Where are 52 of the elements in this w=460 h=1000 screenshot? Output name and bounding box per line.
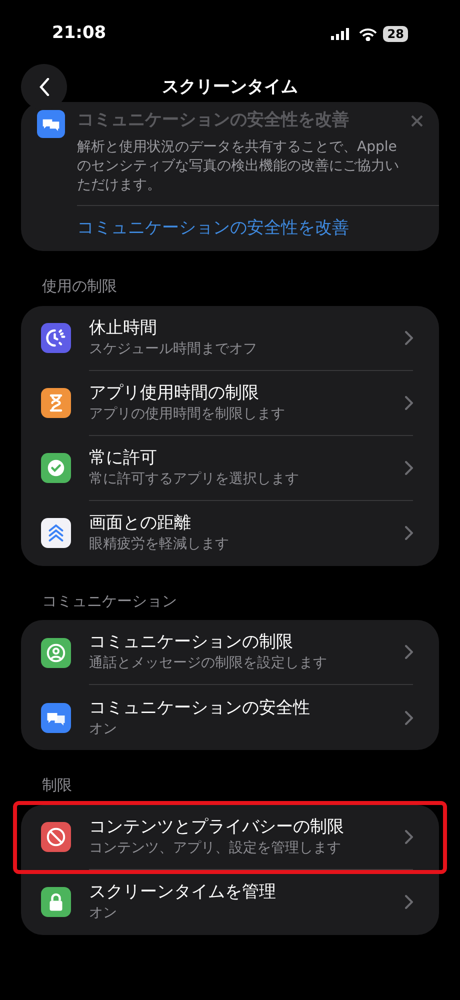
settings-row[interactable]: コミュニケーションの安全性 オン [21,685,439,750]
chevron-right-icon [405,460,413,474]
prohibited-icon [41,822,71,852]
settings-row[interactable]: アプリ使用時間の制限 アプリの使用時間を制限します [21,370,439,436]
settings-row[interactable]: 休止時間 スケジュール時間までオフ [21,306,439,370]
chevron-right-icon [405,710,413,724]
settings-row[interactable]: 常に許可 常に許可するアプリを選択します [21,436,439,500]
settings-row[interactable]: スクリーンタイムを管理 オン [21,870,439,934]
row-title: スクリーンタイムを管理 [89,881,277,903]
close-icon[interactable] [411,114,423,127]
row-title: コンテンツとプライバシーの制限 [89,816,345,838]
chevrons-up-icon [41,518,71,548]
section-header: コミュニケーション [41,590,178,612]
settings-row[interactable]: 画面との距離 眼精疲労を軽減します [21,500,439,566]
row-subtitle: スケジュール時間までオフ [89,340,258,358]
chat-bubbles-icon [41,702,71,732]
row-subtitle: 通話とメッセージの制限を設定します [89,654,328,673]
chevron-right-icon [405,526,413,540]
back-icon [38,78,50,96]
row-title: コミュニケーションの制限 [89,631,294,653]
row-subtitle: アプリの使用時間を制限します [89,404,286,424]
nav-title: スクリーンタイム [162,76,298,100]
row-title: コミュニケーションの安全性 [89,696,311,718]
row-subtitle: コンテンツ、アプリ、設定を管理します [89,838,342,858]
row-subtitle: 常に許可するアプリを選択します [89,470,300,488]
row-subtitle: オン [89,720,118,738]
check-badge-icon [41,453,71,483]
status-time: 21:08 [52,22,106,46]
row-subtitle: オン [89,904,118,923]
moon-clock-icon [41,323,71,353]
card-title: コミュニケーションの安全性を改善 [77,109,350,132]
wifi-icon [359,28,378,40]
hourglass-icon [41,388,71,418]
settings-row[interactable]: コンテンツとプライバシーの制限 コンテンツ、アプリ、設定を管理します [17,804,443,870]
chevron-right-icon [405,396,413,410]
settings-row[interactable]: コミュニケーションの制限 通話とメッセージの制限を設定します [21,620,439,685]
battery-level: 28 [383,26,408,42]
chevron-right-icon [405,895,413,909]
row-title: 画面との距離 [89,512,192,534]
row-subtitle: 眼精疲労を軽減します [89,535,230,554]
chevron-right-icon [405,330,413,344]
chevron-right-icon [405,645,413,659]
row-title: アプリ使用時間の制限 [89,382,260,404]
section-header: 使用の制限 [41,276,118,297]
improve-link[interactable]: コミュニケーションの安全性を改善 [77,206,439,251]
row-title: 休止時間 [89,316,158,338]
card-description: 解析と使用状況のデータを共有することで、Appleのセンシティブな写真の検出機能の改善にご協力いただけます。 [77,138,439,206]
lock-icon [41,887,71,917]
section-header: 制限 [41,775,73,796]
chevron-right-icon [405,830,413,844]
row-title: 常に許可 [89,446,158,468]
chat-bubbles-icon [37,110,65,138]
